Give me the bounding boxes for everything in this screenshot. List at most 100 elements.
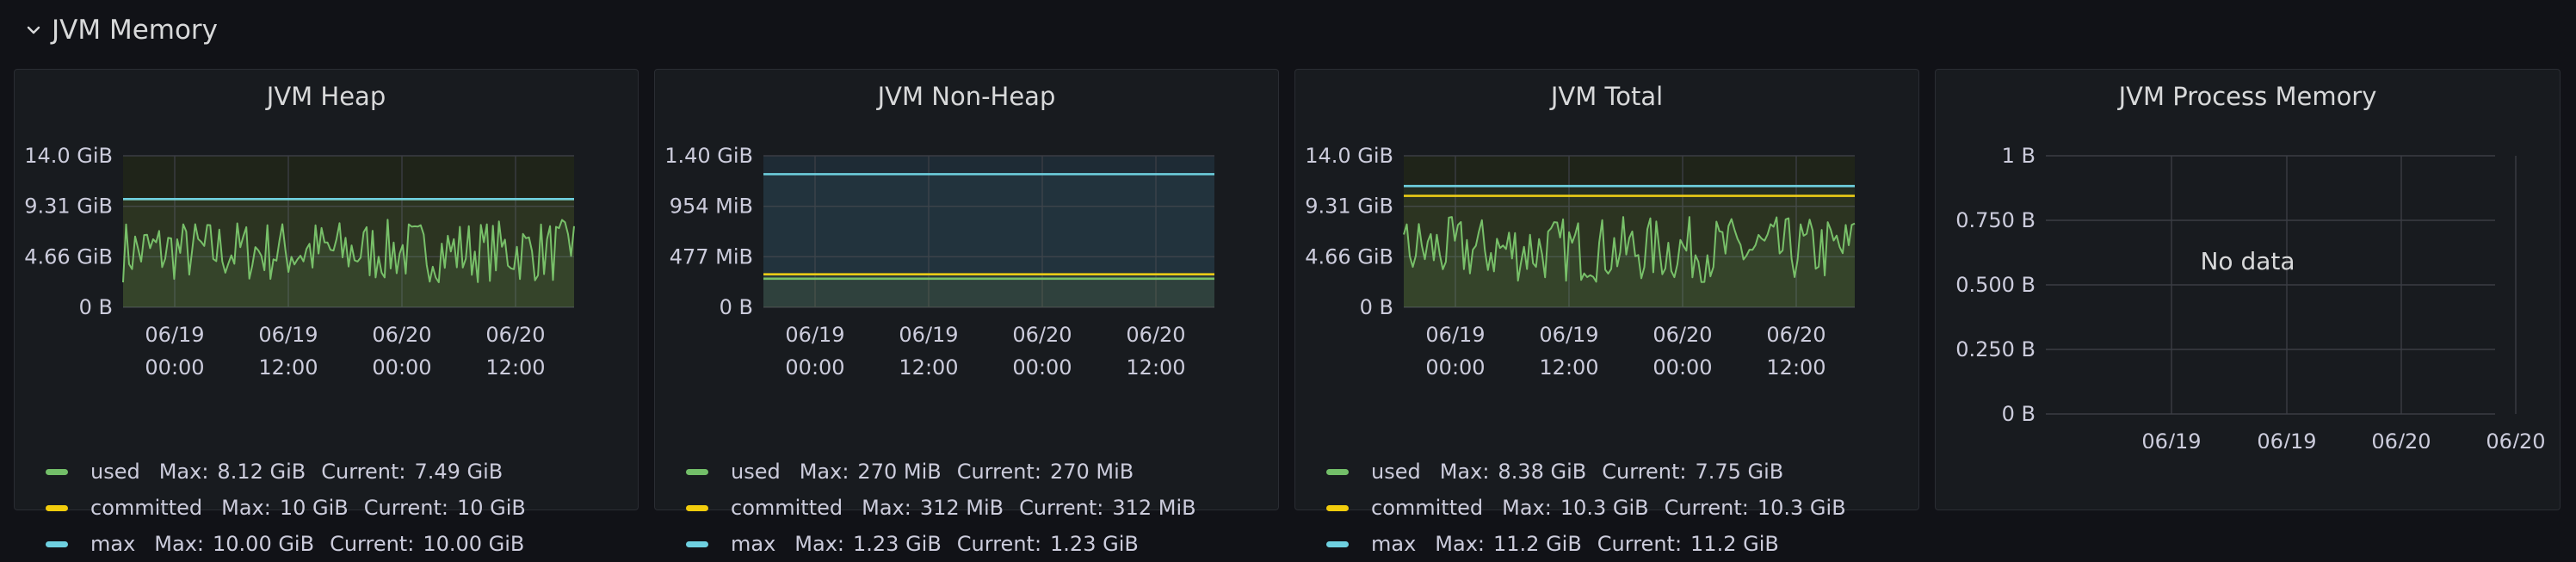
legend-item-max[interactable]: max Max: 1.23 GiB Current: 1.23 GiB xyxy=(686,526,1212,562)
row-header-jvm-memory[interactable]: JVM Memory xyxy=(24,9,218,52)
y-tick-label: 0 B xyxy=(79,295,113,319)
y-tick-label: 14.0 GiB xyxy=(1305,144,1393,168)
y-tick-label: 4.66 GiB xyxy=(1305,244,1393,269)
legend-max-value: 10.3 GiB xyxy=(1560,496,1649,520)
legend-current-label: Current: xyxy=(1602,460,1687,484)
legend-current-value: 10 GiB xyxy=(456,496,526,520)
legend-max-value: 8.12 GiB xyxy=(217,460,306,484)
legend: used Max: 8.38 GiB Current: 7.75 GiB committe… xyxy=(1326,454,1862,562)
legend-current-label: Current: xyxy=(956,532,1042,556)
legend-max-label: Max: xyxy=(154,532,204,556)
legend-item-used[interactable]: used Max: 8.38 GiB Current: 7.75 GiB xyxy=(1326,454,1862,490)
panel-jvm-non-heap[interactable]: JVM Non-Heap 0 B 477 MiB 954 MiB 1.40 GiB 06… xyxy=(654,69,1279,556)
panel-jvm-heap[interactable]: JVM Heap 0 B 4.66 GiB 9.31 GiB 14.0 GiB 06/1… xyxy=(14,69,639,556)
x-tick-label: 06/19 xyxy=(899,323,958,347)
y-tick-label: 0.250 B xyxy=(1955,337,2035,361)
y-tick-label: 1.40 GiB xyxy=(664,144,753,168)
x-tick-label: 06/19 xyxy=(1425,323,1485,347)
legend-swatch xyxy=(1326,504,1349,511)
legend-current-label: Current: xyxy=(363,496,448,520)
legend-current-label: Current: xyxy=(956,460,1041,484)
chart-jvm-total: 0 B 4.66 GiB 9.31 GiB 14.0 GiB 06/19 00:00 06/… xyxy=(1305,144,1856,380)
legend-series-name: max xyxy=(90,532,136,556)
no-data-message: No data xyxy=(2200,247,2295,275)
legend-current-label: Current: xyxy=(1597,532,1683,556)
legend-series-name: used xyxy=(731,460,781,484)
x-tick-label: 12:00 xyxy=(258,355,318,380)
x-tick-label: 00:00 xyxy=(1652,355,1712,380)
legend-max-value: 312 MiB xyxy=(919,496,1004,520)
legend-item-used[interactable]: used Max: 8.12 GiB Current: 7.49 GiB xyxy=(46,454,541,490)
panel-jvm-total[interactable]: JVM Total 0 B 4.66 GiB 9.31 GiB 14.0 GiB 06/… xyxy=(1294,69,1919,556)
legend-series-name: committed xyxy=(1371,496,1484,520)
legend-series-name: max xyxy=(731,532,776,556)
legend-current-value: 1.23 GiB xyxy=(1050,532,1139,556)
legend-current-label: Current: xyxy=(1664,496,1749,520)
series-area-max xyxy=(1404,186,1855,307)
legend-item-used[interactable]: used Max: 270 MiB Current: 270 MiB xyxy=(686,454,1212,490)
row-title: JVM Memory xyxy=(52,15,219,46)
y-tick-label: 0 B xyxy=(720,295,753,319)
x-tick-label: 06/19 xyxy=(145,323,204,347)
x-tick-label: 06/20 xyxy=(1126,323,1185,347)
x-tick-label: 06/20 xyxy=(372,323,431,347)
legend-max-label: Max: xyxy=(1435,532,1485,556)
series-area-max xyxy=(123,199,574,307)
panel-jvm-process-memory[interactable]: JVM Process Memory 0 B 0.250 B 0.500 B 0.75… xyxy=(1935,69,2561,510)
legend-current-value: 11.2 GiB xyxy=(1690,532,1779,556)
y-tick-label: 954 MiB xyxy=(670,195,753,219)
legend-series-name: max xyxy=(1371,532,1417,556)
legend-max-label: Max: xyxy=(799,460,849,484)
x-tick-label: 00:00 xyxy=(785,355,844,380)
legend-series-name: used xyxy=(1371,460,1421,484)
legend-item-committed[interactable]: committed Max: 10 GiB Current: 10 GiB xyxy=(46,490,541,526)
legend-max-label: Max: xyxy=(862,496,911,520)
legend-item-committed[interactable]: committed Max: 10.3 GiB Current: 10.3 GiB xyxy=(1326,490,1862,526)
y-tick-label: 0 B xyxy=(1360,295,1393,319)
legend-item-max[interactable]: max Max: 10.00 GiB Current: 10.00 GiB xyxy=(46,526,541,562)
x-tick-label: 06/20 xyxy=(2486,429,2545,448)
legend-current-value: 7.49 GiB xyxy=(414,460,503,484)
legend-current-value: 10.3 GiB xyxy=(1757,496,1846,520)
legend-max-label: Max: xyxy=(221,496,271,520)
x-tick-label: 06/19 xyxy=(1539,323,1598,347)
x-tick-label: 06/19 xyxy=(258,323,318,347)
legend-max-label: Max: xyxy=(158,460,209,484)
x-tick-label: 06/19 xyxy=(2257,429,2316,448)
legend-max-label: Max: xyxy=(794,532,844,556)
legend-current-label: Current: xyxy=(330,532,415,556)
y-tick-label: 0 B xyxy=(2002,402,2035,426)
legend-swatch xyxy=(46,504,68,511)
legend-item-committed[interactable]: committed Max: 312 MiB Current: 312 MiB xyxy=(686,490,1212,526)
legend-item-max[interactable]: max Max: 11.2 GiB Current: 11.2 GiB xyxy=(1326,526,1862,562)
legend-max-value: 10.00 GiB xyxy=(213,532,315,556)
legend-current-value: 270 MiB xyxy=(1049,460,1134,484)
x-tick-label: 06/20 xyxy=(1766,323,1825,347)
y-tick-label: 477 MiB xyxy=(670,244,753,269)
series-area-max xyxy=(763,174,1214,307)
legend-swatch xyxy=(1326,468,1349,475)
x-tick-label: 12:00 xyxy=(1126,355,1185,380)
x-tick-label: 00:00 xyxy=(145,355,204,380)
y-tick-label: 14.0 GiB xyxy=(24,144,113,168)
x-tick-label: 00:00 xyxy=(1012,355,1072,380)
legend-current-label: Current: xyxy=(1019,496,1104,520)
chart-jvm-non-heap: 0 B 477 MiB 954 MiB 1.40 GiB 06/19 00:00 06/19… xyxy=(664,144,1214,380)
legend-swatch xyxy=(686,468,708,475)
x-tick-label: 00:00 xyxy=(1425,355,1485,380)
legend-swatch xyxy=(686,540,708,547)
x-tick-label: 06/20 xyxy=(485,323,545,347)
legend-series-name: used xyxy=(90,460,140,484)
legend-max-value: 11.2 GiB xyxy=(1493,532,1582,556)
y-tick-label: 0.500 B xyxy=(1955,273,2035,297)
legend-max-value: 270 MiB xyxy=(857,460,942,484)
x-tick-label: 06/19 xyxy=(785,323,844,347)
legend: used Max: 270 MiB Current: 270 MiB committed M… xyxy=(686,454,1212,562)
x-tick-label: 12:00 xyxy=(1539,355,1598,380)
y-tick-label: 0.750 B xyxy=(1955,208,2035,232)
legend: used Max: 8.12 GiB Current: 7.49 GiB committe… xyxy=(46,454,541,562)
legend-current-value: 7.75 GiB xyxy=(1695,460,1784,484)
y-tick-label: 9.31 GiB xyxy=(1305,195,1393,219)
x-tick-label: 06/20 xyxy=(1652,323,1712,347)
legend-current-value: 312 MiB xyxy=(1112,496,1196,520)
